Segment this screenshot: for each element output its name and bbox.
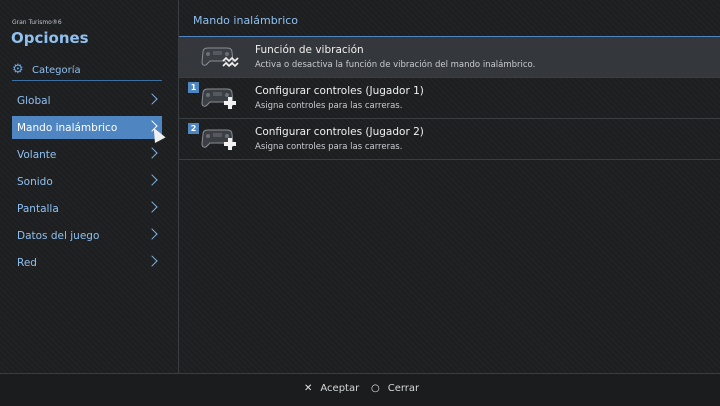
sidebar-item-label: Mando inalámbrico [17,121,118,134]
section-title: Mando inalámbrico [193,14,299,27]
sidebar-item-steering-wheel[interactable]: Volante [12,143,162,166]
sidebar-item-global[interactable]: Global [12,89,162,112]
accept-label: Aceptar [320,383,360,394]
list-item-controls-player-1[interactable]: 1 Configurar controles (Jugador 1) Asign… [179,78,720,119]
sidebar-item-label: Datos del juego [17,229,100,242]
gear-icon: ⚙ [12,62,24,77]
accept-button[interactable]: ✕ Aceptar [304,383,359,394]
chevron-right-icon [146,201,158,213]
chevron-right-icon [146,147,158,159]
item-title: Configurar controles (Jugador 1) [255,85,424,97]
category-menu: Global Mando inalámbrico Volante Sonido … [12,89,162,278]
sidebar-item-game-data[interactable]: Datos del juego [12,224,162,247]
main-panel: Mando inalámbrico Función de vibración A… [179,0,720,373]
circle-icon: ○ [371,383,380,394]
page-title: Opciones [11,29,89,47]
settings-list: Función de vibración Activa o desactiva … [179,37,720,160]
item-description: Asigna controles para las carreras. [255,101,403,111]
controller-vibration-icon [201,47,239,68]
player-2-badge: 2 [188,123,199,134]
close-button[interactable]: ○ Cerrar [371,383,419,394]
chevron-right-icon [146,255,158,267]
sidebar-item-label: Pantalla [17,202,59,215]
sidebar-item-label: Sonido [17,175,53,188]
item-description: Asigna controles para las carreras. [255,142,403,152]
chevron-right-icon [146,93,158,105]
sidebar-item-screen[interactable]: Pantalla [12,197,162,220]
chevron-right-icon [146,228,158,240]
footer-bar: ✕ Aceptar ○ Cerrar [0,373,720,406]
cross-icon: ✕ [304,383,313,394]
controller-dpad-icon [201,129,236,150]
sidebar-item-wireless-controller[interactable]: Mando inalámbrico [12,116,162,139]
item-title: Configurar controles (Jugador 2) [255,126,424,138]
sidebar-item-label: Volante [17,148,57,161]
category-label: Categoría [32,64,81,76]
item-description: Activa o desactiva la función de vibraci… [255,60,536,70]
chevron-right-icon [146,174,158,186]
sidebar-item-network[interactable]: Red [12,251,162,274]
game-label: Gran Turismo®6 [12,19,62,26]
close-label: Cerrar [387,383,420,394]
sidebar-item-label: Red [17,256,37,269]
controller-dpad-icon [201,88,236,109]
player-1-badge: 1 [188,82,199,93]
sidebar-item-label: Global [17,94,51,107]
item-title: Función de vibración [255,44,364,56]
list-item-controls-player-2[interactable]: 2 Configurar controles (Jugador 2) Asign… [179,119,720,160]
category-header: ⚙ Categoría [12,60,162,81]
sidebar-item-sound[interactable]: Sonido [12,170,162,193]
options-screen: Gran Turismo®6 Opciones ⚙ Categoría Glob… [0,0,720,406]
list-item-vibration[interactable]: Función de vibración Activa o desactiva … [179,37,720,78]
sidebar: Gran Turismo®6 Opciones ⚙ Categoría Glob… [0,0,179,373]
